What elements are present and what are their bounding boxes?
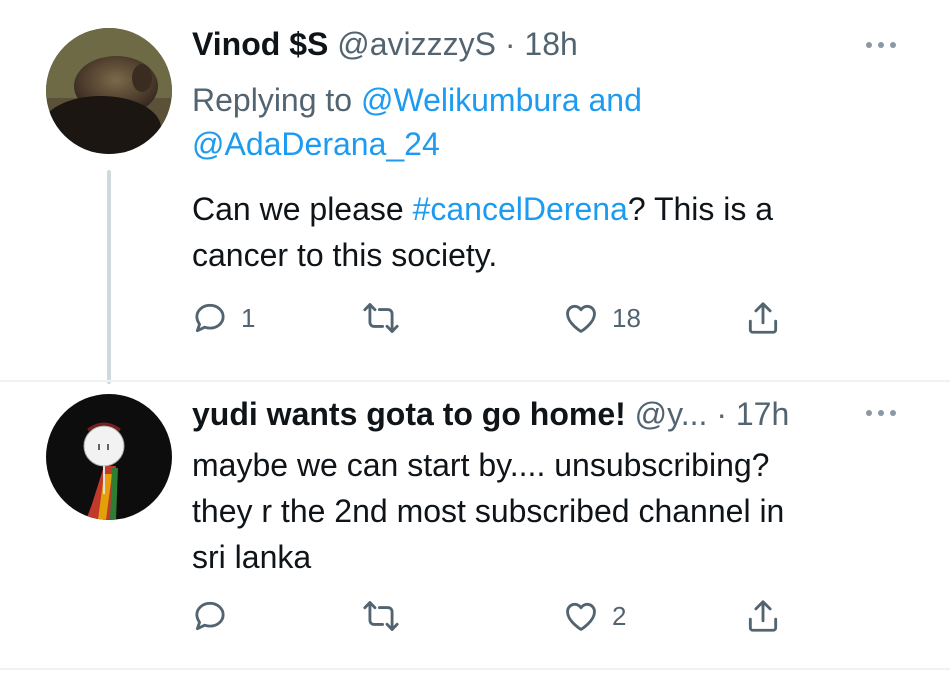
tweet-header: Vinod $S @avizzzyS · 18h [192, 24, 578, 64]
like-count: 18 [612, 302, 641, 333]
tweet-actions: 1 18 [0, 294, 950, 342]
retweet-icon [363, 303, 399, 333]
tweet-vinod[interactable]: Vinod $S @avizzzyS · 18h Replying to @We… [0, 0, 950, 384]
tweet-yudi[interactable]: yudi wants gota to go home! @y... · 17h … [0, 382, 950, 672]
thread-line [107, 170, 111, 384]
tweet-text-line: sri lanka [192, 539, 312, 575]
tweet-actions: 2 [0, 592, 950, 640]
like-button[interactable]: 18 [562, 294, 641, 342]
like-button[interactable]: 2 [562, 592, 626, 640]
avatar-vinod[interactable] [46, 28, 172, 154]
mention-adaderana[interactable]: @AdaDerana_24 [192, 126, 440, 162]
reply-icon [195, 601, 225, 631]
author-handle[interactable]: @avizzzyS [337, 26, 496, 62]
share-icon [748, 302, 778, 334]
share-button[interactable] [744, 294, 782, 342]
separator-dot: · [707, 396, 736, 432]
author-name[interactable]: Vinod $S [192, 26, 328, 62]
retweet-button[interactable] [362, 294, 400, 342]
like-icon [566, 304, 596, 333]
replying-to-and: and [579, 82, 642, 118]
tweet-text: Can we please #cancelDerena? This is a c… [192, 186, 773, 278]
tweet-text-part: Can we please [192, 191, 413, 227]
replying-to-prefix: Replying to [192, 82, 361, 118]
tweet-text-line: cancer to this society. [192, 237, 498, 273]
more-icon[interactable] [862, 398, 902, 428]
tweet-text: maybe we can start by.... unsubscribing?… [192, 442, 784, 580]
mention-welikumbura[interactable]: @Welikumbura [361, 82, 580, 118]
tweet-header: yudi wants gota to go home! @y... · 17h [192, 394, 789, 434]
avatar-yudi[interactable] [46, 394, 172, 520]
timestamp[interactable]: 17h [736, 396, 789, 432]
hashtag-link[interactable]: #cancelDerena [413, 191, 628, 227]
replying-to: Replying to @Welikumbura and @AdaDerana_… [192, 78, 642, 166]
retweet-button[interactable] [362, 592, 400, 640]
author-handle[interactable]: @y... [635, 396, 708, 432]
more-icon[interactable] [862, 30, 902, 60]
separator-dot: · [495, 26, 525, 62]
reply-button[interactable]: 1 [191, 294, 255, 342]
reply-count: 1 [241, 302, 256, 333]
share-button[interactable] [744, 592, 782, 640]
like-icon [566, 602, 596, 631]
share-icon [748, 600, 778, 632]
bottom-divider [0, 668, 950, 670]
reply-icon [195, 303, 225, 333]
retweet-icon [363, 601, 399, 631]
like-count: 2 [612, 600, 627, 631]
tweet-text-line: maybe we can start by.... unsubscribing? [192, 447, 770, 483]
author-name[interactable]: yudi wants gota to go home! [192, 396, 626, 432]
reply-button[interactable] [191, 592, 241, 640]
tweet-text-part: ? This is a [627, 191, 774, 227]
timestamp[interactable]: 18h [524, 26, 577, 62]
tweet-text-line: they r the 2nd most subscribed channel i… [192, 493, 785, 529]
